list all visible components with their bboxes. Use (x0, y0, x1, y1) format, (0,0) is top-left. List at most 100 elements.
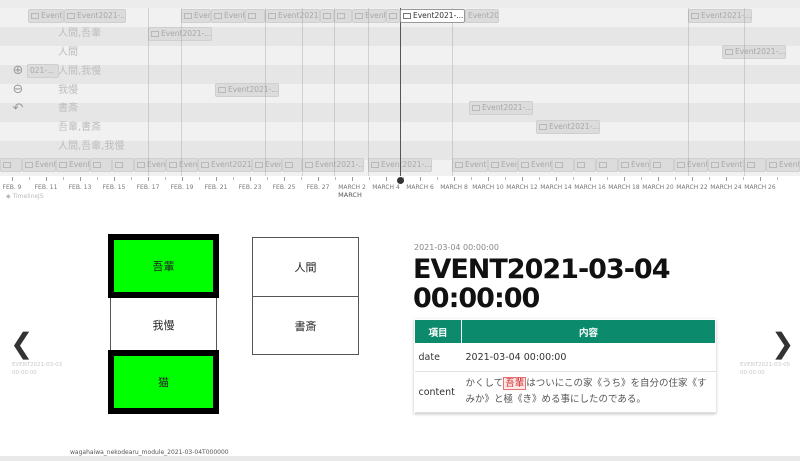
back-to-start-icon[interactable]: ↶ (10, 101, 26, 117)
timeline-event[interactable]: Event (708, 158, 744, 172)
timeline-minor-tick (743, 177, 744, 180)
timeline-body[interactable]: 人間,吾輩 人間 人間,我慢 我慢 書斎 吾輩,書斎 人間,吾輩,我慢 Even… (0, 0, 800, 176)
timeline-event[interactable] (552, 158, 574, 172)
timeline-minor-tick (335, 177, 336, 180)
timeline-row-label: 吾輩,書斎 (58, 122, 102, 133)
timeline-event[interactable]: Event2021-... (215, 83, 279, 97)
timeline-event[interactable]: Event (618, 158, 650, 172)
timeline-event[interactable] (596, 158, 618, 172)
timeline-event[interactable]: Event (134, 158, 166, 172)
timeline-event[interactable]: Event (166, 158, 198, 172)
zoom-out-icon[interactable]: ⊖ (10, 82, 26, 98)
timeline-event[interactable] (744, 158, 766, 172)
timeline-event[interactable]: Event2021-... (688, 9, 752, 23)
timeline-event[interactable] (112, 158, 134, 172)
timeline-tick (80, 177, 81, 181)
table-header-key: 項目 (414, 319, 462, 344)
timeline-event[interactable]: Event (56, 158, 90, 172)
image-icon (725, 49, 733, 55)
timeline-event[interactable]: Event2021-... (64, 9, 126, 23)
timeline-event[interactable]: Event (488, 158, 518, 172)
cell-wagahai: 吾輩 (108, 234, 219, 298)
timeline-minor-tick (131, 177, 132, 180)
timeline-event[interactable]: Event2021-... (198, 158, 252, 172)
timeline-event[interactable] (282, 158, 302, 172)
media-caption: wagahaiwa_nekodearu_module_2021-03-04T00… (70, 449, 229, 456)
timeline-month-label: MARCH (338, 191, 362, 199)
event-label: Event (779, 160, 800, 169)
timeline-minor-tick (199, 177, 200, 180)
timelinejs-brand[interactable]: ◆ TimelineJS (6, 193, 44, 200)
image-icon (691, 13, 699, 19)
timeline-event[interactable] (90, 158, 112, 172)
timeline-event[interactable]: Event (518, 158, 552, 172)
timeline-minor-tick (709, 177, 710, 180)
event-label: Event (224, 11, 245, 20)
timeline-tick-label: FEB. 11 (34, 184, 58, 191)
event-label: Event2021-... (468, 11, 499, 20)
timeline-row-label: 我慢 (58, 85, 78, 96)
timeline-event[interactable]: Event (181, 9, 211, 23)
timeline-event[interactable] (334, 9, 352, 23)
timeline-event[interactable]: Event2021-... (469, 101, 533, 115)
timeline-event[interactable]: Event (211, 9, 245, 23)
timeline-event[interactable]: Event (452, 158, 488, 172)
event-label: Event2021-... (211, 160, 252, 169)
image-icon (184, 13, 192, 19)
next-arrow-icon[interactable]: ❯ (771, 329, 794, 359)
event-label: Event2021-... (278, 11, 319, 20)
timeline-event[interactable]: Event (352, 9, 386, 23)
timeline-event-active[interactable]: Event2021-... (400, 9, 465, 23)
event-slide: ❮ EVENT2021-03-03 00:00:00 ❯ EVENT2021-0… (0, 205, 800, 461)
next-slide-caption[interactable]: EVENT2021-03-05 00:00:00 (740, 361, 790, 377)
image-icon (218, 87, 226, 93)
timeline-event[interactable]: Event (674, 158, 708, 172)
timeline-event[interactable]: Event2021-... (536, 120, 600, 134)
previous-slide-caption[interactable]: EVENT2021-03-03 00:00:00 (12, 361, 62, 377)
timeline[interactable]: 人間,吾輩 人間 人間,我慢 我慢 書斎 吾輩,書斎 人間,吾輩,我慢 Even… (0, 0, 800, 205)
timeline-tick (182, 177, 183, 181)
image-icon (555, 162, 563, 168)
timeline-tick-label: MARCH 22 (676, 184, 708, 191)
timeline-event[interactable] (320, 9, 334, 23)
timeline-event[interactable]: Event2021-... (465, 9, 499, 23)
zoom-in-icon[interactable]: ⊕ (10, 63, 26, 79)
timeline-event[interactable]: Event2021-... (722, 45, 786, 59)
timeline-event[interactable] (574, 158, 596, 172)
timeline-row-label: 書斎 (58, 103, 78, 114)
event-label: Event2021-... (482, 103, 533, 112)
timeline-tick-label: MARCH 14 (540, 184, 572, 191)
timeline-event[interactable] (245, 9, 265, 23)
timeline-event[interactable]: Event2021-... (302, 158, 364, 172)
event-label: 021-... (30, 66, 55, 75)
previous-arrow-icon[interactable]: ❮ (10, 329, 33, 359)
timeline-event[interactable]: Event (252, 158, 282, 172)
timeline-current-marker (400, 8, 401, 176)
timeline-event[interactable]: Event (28, 9, 64, 23)
event-label: Event (531, 160, 552, 169)
image-icon (93, 162, 101, 168)
timeline-tick-label: MARCH 16 (574, 184, 606, 191)
event-label: Event2021-... (381, 160, 432, 169)
timeline-event[interactable]: 021-... (27, 64, 59, 78)
timeline-event[interactable]: Event2021-... (148, 27, 212, 41)
timeline-tick (658, 177, 659, 181)
timeline-tick-label: FEB. 17 (136, 184, 160, 191)
timeline-event[interactable] (650, 158, 674, 172)
image-icon (371, 162, 379, 168)
image-icon (201, 162, 209, 168)
event-label: Event (465, 160, 487, 169)
timeline-event[interactable] (0, 158, 22, 172)
timeline-minor-tick (471, 177, 472, 180)
timeline-event[interactable] (386, 9, 400, 23)
image-icon (539, 124, 547, 130)
timeline-tick-label: MARCH 2 (338, 184, 366, 191)
timeline-event[interactable]: Event (22, 158, 56, 172)
table-cell-key: content (414, 371, 462, 413)
bottom-scrollbar[interactable] (0, 456, 800, 461)
timeline-event[interactable]: Event2021-... (265, 9, 320, 23)
previous-slide-time: 00:00:00 (12, 370, 37, 376)
timeline-event[interactable]: Event (766, 158, 800, 172)
timeline-tick-label: FEB. 25 (272, 184, 296, 191)
timeline-gridline (148, 8, 149, 176)
